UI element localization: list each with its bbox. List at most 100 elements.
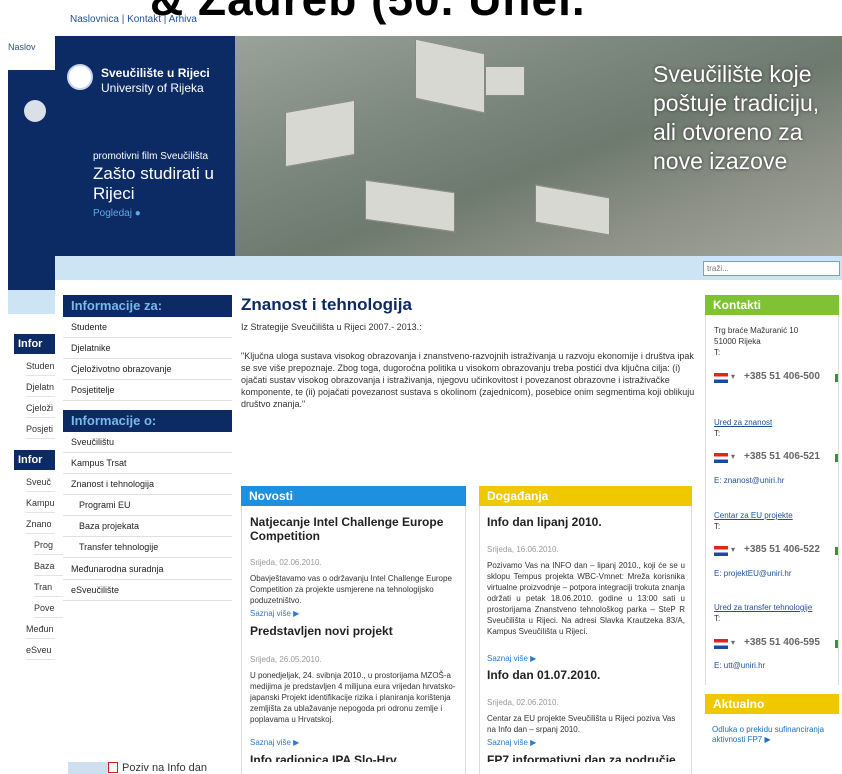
top-nav: Naslovnica | Kontakt | Arhiva [70,14,197,25]
hero-slogan: Sveučilište koje poštuje tradiciju, ali … [653,61,820,174]
office-link[interactable]: Ured za transfer tehnologije [714,603,812,612]
croatia-flag-icon [714,373,728,383]
sidebar-item-euniversity[interactable]: eSveučilište [63,580,232,601]
news-heading: Novosti [241,486,466,506]
read-more-link[interactable]: Saznaj više ▶ [487,738,536,747]
sidebar-item-project-base[interactable]: Baza projekata [63,516,232,537]
event-item-date: Srijeda, 16.06.2010. [487,545,559,554]
sidebar-item-campus[interactable]: Kampus Trsat [63,453,232,474]
university-name-en: University of Rijeka [101,81,204,95]
contacts-heading: Kontakti [705,295,839,315]
news-item-title[interactable]: Info radionica IPA Slo-Hrv [250,753,462,762]
office-link[interactable]: Ured za znanost [714,418,772,427]
ghost-sidebar-item: Posjeti [26,419,55,439]
promo-subtitle: promotivni film Sveučilišta [93,151,209,162]
ghost-strip [68,762,108,774]
call-icon [835,640,838,648]
ghost-sidebar-item: Prog [34,535,63,555]
chevron-down-icon: ▾ [731,638,736,647]
nav-archive-link[interactable]: Arhiva [169,14,197,25]
current-heading: Aktualno [705,694,839,714]
ghost-sidebar-item: Međun [26,619,55,639]
pdf-icon [108,762,118,773]
event-item-title[interactable]: Info dan lipanj 2010. [487,515,687,529]
phone-label: T: [714,429,721,438]
ghost-hero [8,70,55,290]
sidebar-item-staff[interactable]: Djelatnike [63,338,232,359]
phone-field[interactable]: ▾ +385 51 406-595 [714,637,838,651]
ghost-sidebar-item: eSveu [26,640,55,660]
ghost-sidebar-item: Znano [26,514,55,534]
ghost-sidebar-item: Studen [26,356,55,376]
call-icon [835,547,838,555]
sidebar-item-university[interactable]: Sveučilištu [63,432,232,453]
sidebar-item-lifelong[interactable]: Cjeloživotno obrazovanje [63,359,232,380]
address-line: Trg braće Mažuranić 10 [714,326,799,335]
phone-field[interactable]: ▾ +385 51 406-521 [714,451,838,465]
ghost-sidebar-item: Djelatn [26,377,55,397]
read-more-link[interactable]: Saznaj više ▶ [250,738,299,747]
news-item-title[interactable]: Natjecanje Intel Challenge Europe Compet… [250,515,462,543]
ghost-sidebar-item: Cjeloži [26,398,55,418]
event-item-title[interactable]: FP7 informativni dan za područje [487,753,687,762]
university-name: Sveučilište u Rijeci [101,66,210,80]
croatia-flag-icon [714,639,728,649]
university-logo-icon[interactable] [67,64,93,90]
ghost-sidebar-item: Kampu [26,493,55,513]
building-shape [485,66,525,96]
news-item-text: Obavještavamo vas o održavanju Intel Cha… [250,574,452,605]
sidebar-item-eu-programs[interactable]: Programi EU [63,495,232,516]
event-item-title[interactable]: Info dan 01.07.2010. [487,668,687,682]
email-link[interactable]: E: znanost@uniri.hr [714,476,784,486]
page-title: Znanost i tehnologija [241,295,412,314]
phone-label: T: [714,614,721,623]
phone-label: T: [714,348,721,357]
current-news-link[interactable]: Odluka o prekidu sufinanciranja aktivnos… [712,725,836,745]
read-more-link[interactable]: Saznaj više ▶ [250,609,299,618]
phone-field[interactable]: ▾ +385 51 406-522 [714,544,838,558]
ghost-sidebar-item: Sveuč [26,472,55,492]
news-item-text: U ponedjeljak, 24. svibnja 2010., u pros… [250,671,456,724]
sidebar-heading-for: Informacije za: [63,295,232,317]
ghost-nav: Naslov [8,42,36,52]
promo-title: Zašto studirati u Rijeci [93,164,214,203]
news-item-date: Srijeda, 02.06.2010. [250,558,322,567]
building-shape [365,179,455,233]
chevron-down-icon: ▾ [731,452,736,461]
email-link[interactable]: E: utt@uniri.hr [714,661,765,671]
croatia-flag-icon [714,546,728,556]
ghost-link[interactable]: Poziv na Info dan [122,762,207,774]
watch-link[interactable]: Pogledaj ● [93,208,141,219]
building-shape [535,184,610,236]
page-subtitle: Iz Strategije Sveučilišta u Rijeci 2007.… [241,322,422,332]
email-link[interactable]: E: projektEU@uniri.hr [714,569,791,579]
search-input[interactable] [703,261,840,276]
sidebar-heading-about: Informacije o: [63,410,232,432]
office-link[interactable]: Centar za EU projekte [714,511,793,520]
sidebar-item-visitors[interactable]: Posjetitelje [63,380,232,401]
ghost-sidebar-head: Infor [14,334,55,354]
ghost-logo-icon [24,100,46,122]
croatia-flag-icon [714,453,728,463]
nav-home-link[interactable]: Naslovnica [70,14,119,25]
news-item-date: Srijeda, 26.05.2010. [250,655,322,664]
sidebar-item-international[interactable]: Međunarodna suradnja [63,559,232,580]
strategy-quote: "Ključna uloga sustava visokog obrazovan… [241,351,695,409]
ghost-sidebar-item: Pove [34,598,63,618]
events-heading: Događanja [479,486,692,506]
sidebar-item-students[interactable]: Studente [63,317,232,338]
building-shape [285,99,355,168]
event-item-date: Srijeda, 02.06.2010. [487,698,559,707]
phone-field[interactable]: ▾ +385 51 406-500 [714,371,838,385]
sidebar-item-tech-transfer[interactable]: Transfer tehnologije [63,537,232,558]
news-item-title[interactable]: Predstavljen novi projekt [250,624,462,638]
overlay-title: & Zadreb (50. Unel. [150,0,586,22]
nav-contact-link[interactable]: Kontakt [127,14,161,25]
ghost-search-band [8,290,55,314]
sidebar-item-science[interactable]: Znanost i tehnologija [63,474,232,495]
hero-left-panel: Sveučilište u Rijeci University of Rijek… [55,36,235,256]
read-more-link[interactable]: Saznaj više ▶ [487,654,536,663]
ghost-sidebar-item: Tran [34,577,63,597]
chevron-down-icon: ▾ [731,372,736,381]
call-icon [835,454,838,462]
